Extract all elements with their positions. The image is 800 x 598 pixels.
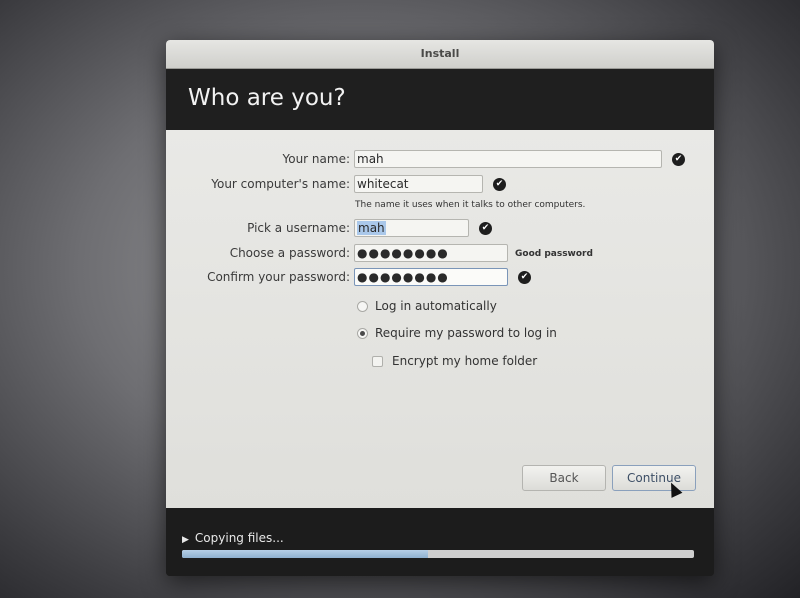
triangle-right-icon: ▶	[182, 535, 189, 545]
confirm-password-label: Confirm your password:	[207, 270, 350, 284]
progress-bar	[182, 550, 694, 558]
computer-name-value: whitecat	[357, 177, 409, 191]
progress-fill	[182, 550, 428, 558]
window-title: Install	[166, 40, 714, 69]
encrypt-home-checkbox[interactable]	[372, 356, 383, 367]
username-label: Pick a username:	[247, 221, 350, 235]
form-area: Your name: mah ✔ Your computer's name: w…	[166, 130, 714, 508]
your-name-input[interactable]: mah	[354, 150, 662, 168]
require-password-label[interactable]: Require my password to log in	[375, 325, 557, 341]
page-header: Who are you?	[166, 69, 714, 130]
checkmark-icon: ✔	[479, 222, 492, 235]
encrypt-home-label[interactable]: Encrypt my home folder	[392, 353, 537, 369]
back-button[interactable]: Back	[522, 465, 606, 491]
password-value: ●●●●●●●●	[357, 246, 449, 260]
checkmark-icon: ✔	[518, 271, 531, 284]
confirm-password-value: ●●●●●●●●	[357, 270, 449, 284]
username-input[interactable]: mah	[354, 219, 469, 237]
continue-button[interactable]: Continue	[612, 465, 696, 491]
your-name-value: mah	[357, 152, 384, 166]
password-input[interactable]: ●●●●●●●●	[354, 244, 508, 262]
computer-name-label: Your computer's name:	[211, 177, 350, 191]
checkmark-icon: ✔	[493, 178, 506, 191]
status-text: Copying files...	[194, 531, 284, 545]
computer-name-hint: The name it uses when it talks to other …	[355, 200, 586, 210]
page-title: Who are you?	[188, 85, 346, 111]
progress-footer: ▶ Copying files...	[166, 508, 714, 576]
log-in-automatically-label[interactable]: Log in automatically	[375, 298, 497, 314]
your-name-label: Your name:	[282, 152, 350, 166]
copying-status[interactable]: ▶ Copying files...	[182, 531, 284, 545]
username-value: mah	[357, 221, 386, 235]
password-label: Choose a password:	[229, 246, 350, 260]
computer-name-input[interactable]: whitecat	[354, 175, 483, 193]
log-in-automatically-radio[interactable]	[357, 301, 368, 312]
confirm-password-input[interactable]: ●●●●●●●●	[354, 268, 508, 286]
checkmark-icon: ✔	[672, 153, 685, 166]
installer-window: Install Who are you? Your name: mah ✔ Yo…	[166, 40, 714, 576]
password-strength: Good password	[515, 249, 593, 259]
require-password-radio[interactable]	[357, 328, 368, 339]
